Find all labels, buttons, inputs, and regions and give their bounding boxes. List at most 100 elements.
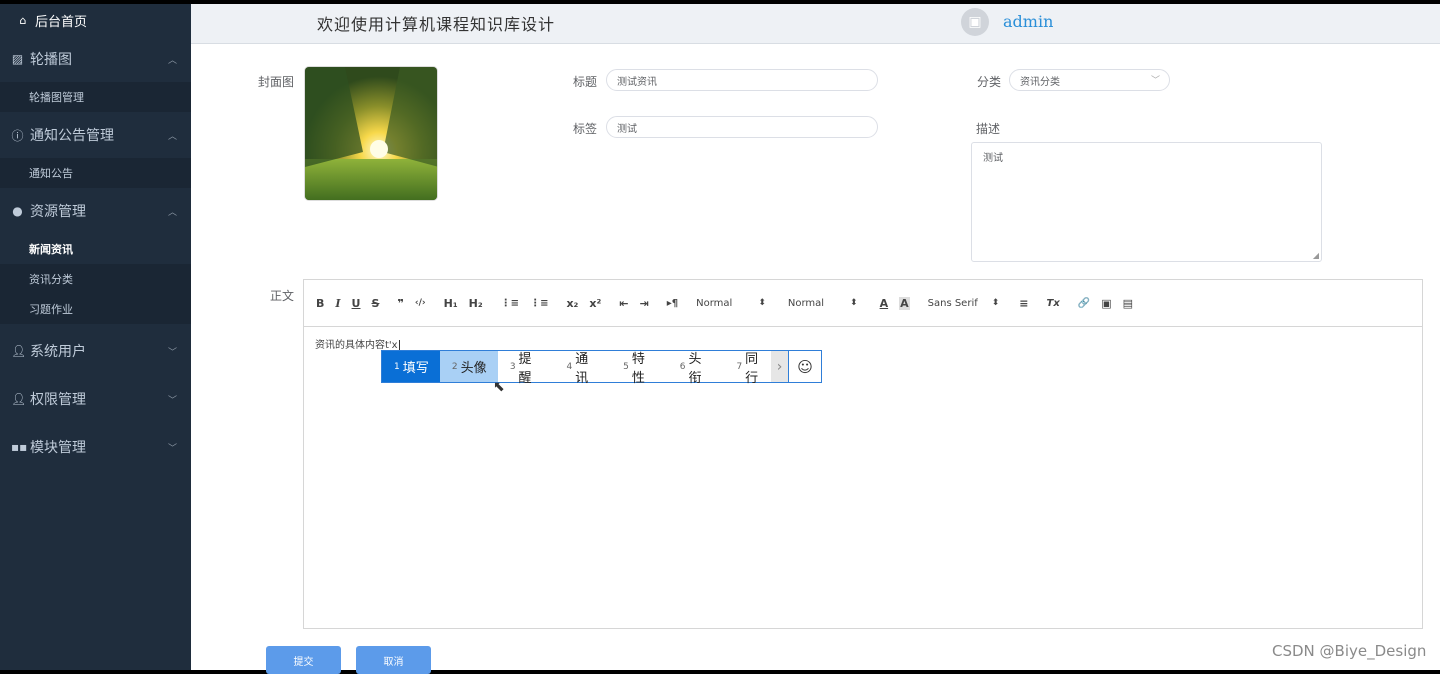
sidebar-group-system-user[interactable]: 👤︎ 系统用户 ﹀: [0, 328, 191, 374]
emoji-icon[interactable]: ☺: [788, 351, 821, 382]
user-icon: 👤︎: [11, 392, 27, 406]
tag-input-value: 测试: [617, 123, 637, 135]
chevron-up-icon: ︿: [167, 55, 177, 66]
home-icon: ⌂: [19, 13, 27, 27]
candidate-number: 3: [509, 361, 516, 372]
link-button[interactable]: 🔗: [1078, 298, 1090, 309]
username[interactable]: admin: [1003, 12, 1053, 31]
header2-button[interactable]: H₂: [469, 297, 483, 310]
cover-image[interactable]: [304, 66, 438, 201]
updown-icon: ⬍: [758, 298, 766, 308]
candidate-text: 头衔: [688, 351, 702, 386]
align-button[interactable]: ≡: [1019, 297, 1028, 310]
text-direction-button[interactable]: ▸¶: [667, 298, 678, 309]
ime-candidate[interactable]: 5 特性: [611, 351, 668, 386]
ime-candidate[interactable]: 6 头衔: [668, 351, 725, 386]
candidate-number: 4: [566, 361, 573, 372]
sidebar-item-notice[interactable]: 通知公告: [0, 158, 191, 188]
ordered-list-button[interactable]: ⋮≡: [501, 298, 519, 309]
location-pin-icon: ●: [12, 204, 23, 218]
sidebar-group-permission[interactable]: 👤︎ 权限管理 ﹀: [0, 376, 191, 422]
header1-button[interactable]: H₁: [444, 297, 458, 310]
picture-icon: ▨: [11, 52, 24, 66]
resize-grip-icon[interactable]: ◢: [1313, 251, 1319, 260]
sidebar-group-label: 通知公告管理: [30, 128, 114, 144]
header-picker[interactable]: Normal ⬍: [788, 298, 858, 309]
sidebar-group-resource[interactable]: ● 资源管理 ︿: [0, 188, 191, 234]
ime-candidate[interactable]: 4 通讯: [554, 351, 611, 386]
sidebar-home-label: 后台首页: [35, 14, 88, 30]
tag-input[interactable]: 测试: [606, 116, 878, 138]
sidebar-item-label: 新闻资讯: [29, 243, 73, 256]
candidate-number: 2: [451, 361, 458, 372]
sidebar-group-notice[interactable]: ⓘ 通知公告管理 ︿: [0, 112, 191, 158]
user-icon: 👤︎: [11, 344, 27, 358]
page-title: 欢迎使用计算机课程知识库设计: [317, 15, 556, 34]
watermark: CSDN @Biye_Design: [1272, 642, 1427, 660]
top-header: 欢迎使用计算机课程知识库设计 ▣ admin: [191, 4, 1440, 44]
image-button[interactable]: ▣: [1101, 297, 1111, 310]
candidate-number: 5: [623, 361, 629, 372]
strike-button[interactable]: S: [371, 297, 379, 310]
candidate-number: 7: [736, 361, 743, 372]
chevron-down-icon: ﹀: [167, 443, 177, 454]
superscript-button[interactable]: x²: [589, 297, 601, 310]
candidate-text: 特性: [631, 351, 645, 386]
sidebar-item-exercise[interactable]: 习题作业: [0, 294, 191, 324]
title-label: 标题: [572, 75, 597, 89]
sidebar-group-label: 轮播图: [30, 52, 72, 68]
ime-candidate[interactable]: 1 填写: [382, 351, 440, 382]
sidebar-group-module[interactable]: ▪▪ 模块管理 ﹀: [0, 424, 191, 470]
clean-format-button[interactable]: Tx: [1047, 298, 1060, 309]
sidebar-item-carousel-manage[interactable]: 轮播图管理: [0, 82, 191, 112]
sidebar-item-news[interactable]: 新闻资讯: [0, 234, 191, 264]
mouse-pointer-icon: ⬉: [493, 379, 505, 395]
font-picker[interactable]: Sans Serif ⬍: [928, 298, 1000, 309]
ime-candidate-bar: 1 填写 2 头像 3 提醒 4 通讯 5 特性 6 头衔 7 同行 › ☺: [381, 350, 822, 386]
blockquote-button[interactable]: ❞: [397, 297, 403, 310]
code-block-button[interactable]: ‹/›: [415, 298, 426, 308]
sidebar-item-label: 资讯分类: [29, 273, 73, 286]
ime-candidate[interactable]: 3 提醒: [498, 351, 555, 386]
ime-candidate[interactable]: 7 同行: [724, 351, 771, 386]
category-label: 分类: [976, 75, 1001, 89]
ime-candidate[interactable]: 2 头像: [439, 351, 498, 382]
underline-button[interactable]: U: [352, 297, 361, 310]
candidate-text: 提醒: [518, 351, 532, 386]
italic-button[interactable]: I: [335, 297, 340, 310]
tag-label: 标签: [572, 122, 597, 136]
sidebar: ⌂ 后台首页 ▨ 轮播图 ︿ 轮播图管理 ⓘ 通知公告管理 ︿ 通知公告 ● 资…: [0, 4, 191, 670]
sidebar-home[interactable]: ⌂ 后台首页: [0, 4, 191, 36]
sidebar-item-label: 通知公告: [29, 167, 73, 180]
description-textarea[interactable]: 测试 ◢: [971, 142, 1322, 262]
bold-button[interactable]: B: [316, 297, 324, 310]
background-color-button[interactable]: A: [899, 296, 910, 310]
indent-button[interactable]: ⇥: [640, 297, 649, 310]
chevron-down-icon: ﹀: [167, 347, 177, 358]
candidate-number: 6: [679, 361, 686, 372]
title-input[interactable]: 测试资讯: [606, 69, 878, 91]
category-select[interactable]: 资讯分类 ﹀: [1009, 69, 1170, 91]
sidebar-group-label: 系统用户: [30, 344, 86, 360]
cover-label: 封面图: [257, 75, 294, 89]
size-picker[interactable]: Normal ⬍: [696, 298, 766, 309]
outdent-button[interactable]: ⇤: [619, 297, 628, 310]
sidebar-item-news-category[interactable]: 资讯分类: [0, 264, 191, 294]
grid-icon: ▪▪: [11, 440, 28, 454]
video-button[interactable]: ▤: [1123, 297, 1133, 310]
candidate-text: 头像: [460, 361, 487, 376]
subscript-button[interactable]: x₂: [566, 297, 578, 310]
size-picker-label: Normal: [696, 297, 733, 309]
avatar[interactable]: ▣: [961, 8, 989, 36]
chevron-up-icon: ︿: [167, 207, 177, 218]
font-picker-label: Sans Serif: [927, 297, 978, 309]
text-color-button[interactable]: A: [880, 297, 889, 310]
sidebar-group-label: 模块管理: [30, 440, 86, 456]
sidebar-group-label: 权限管理: [30, 392, 86, 408]
chevron-down-icon: ﹀: [1150, 76, 1160, 86]
chevron-right-icon[interactable]: ›: [771, 351, 789, 382]
body-label: 正文: [269, 289, 294, 303]
bullet-list-button[interactable]: ⋮≡: [530, 298, 548, 309]
candidate-text: 同行: [745, 351, 759, 386]
sidebar-group-carousel[interactable]: ▨ 轮播图 ︿: [0, 36, 191, 82]
